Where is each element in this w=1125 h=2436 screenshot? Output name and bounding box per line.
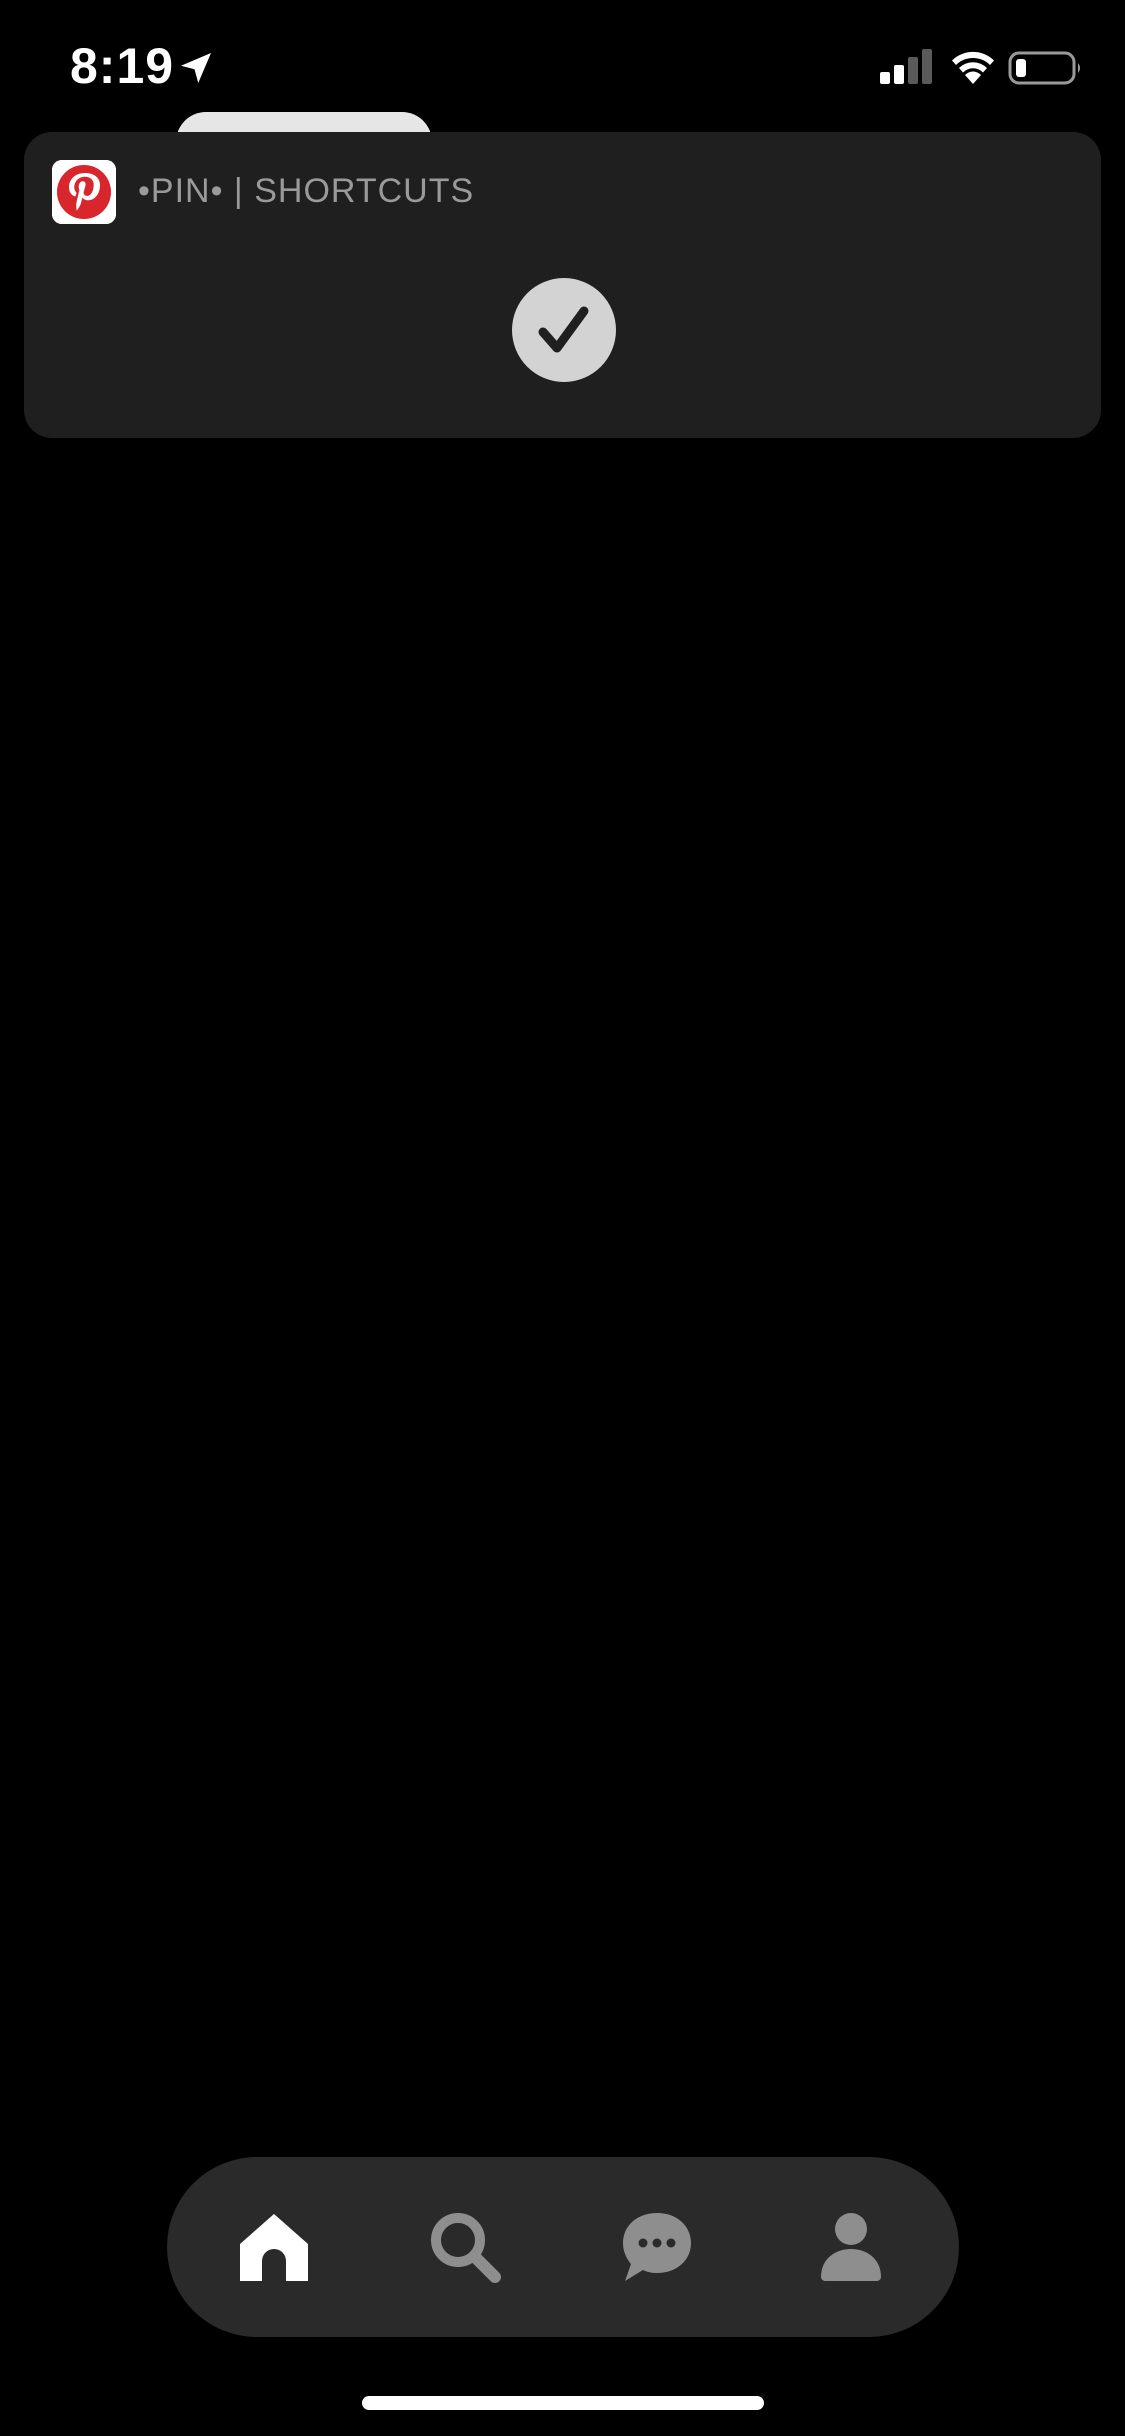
home-icon	[240, 2214, 308, 2281]
location-arrow-icon	[178, 50, 214, 86]
checkmark-icon	[512, 278, 616, 382]
pinterest-logo-icon	[52, 160, 116, 224]
tab-search[interactable]	[415, 2197, 515, 2297]
messages-icon	[623, 2213, 691, 2281]
home-indicator[interactable]	[362, 2396, 764, 2410]
battery-icon	[1008, 50, 1084, 86]
cellular-signal-icon	[880, 48, 934, 86]
status-time: 8:19	[70, 38, 175, 94]
wifi-icon	[948, 48, 998, 86]
tab-home[interactable]	[224, 2197, 324, 2297]
profile-icon	[821, 2213, 881, 2281]
search-icon	[431, 2213, 501, 2283]
bottom-tab-bar	[167, 2157, 959, 2337]
tab-messages[interactable]	[607, 2197, 707, 2297]
status-bar: 8:19	[0, 0, 1125, 132]
notification-title: •PIN• | SHORTCUTS	[138, 172, 475, 210]
shortcut-notification-banner[interactable]: •PIN• | SHORTCUTS	[24, 132, 1101, 438]
tab-profile[interactable]	[801, 2197, 901, 2297]
